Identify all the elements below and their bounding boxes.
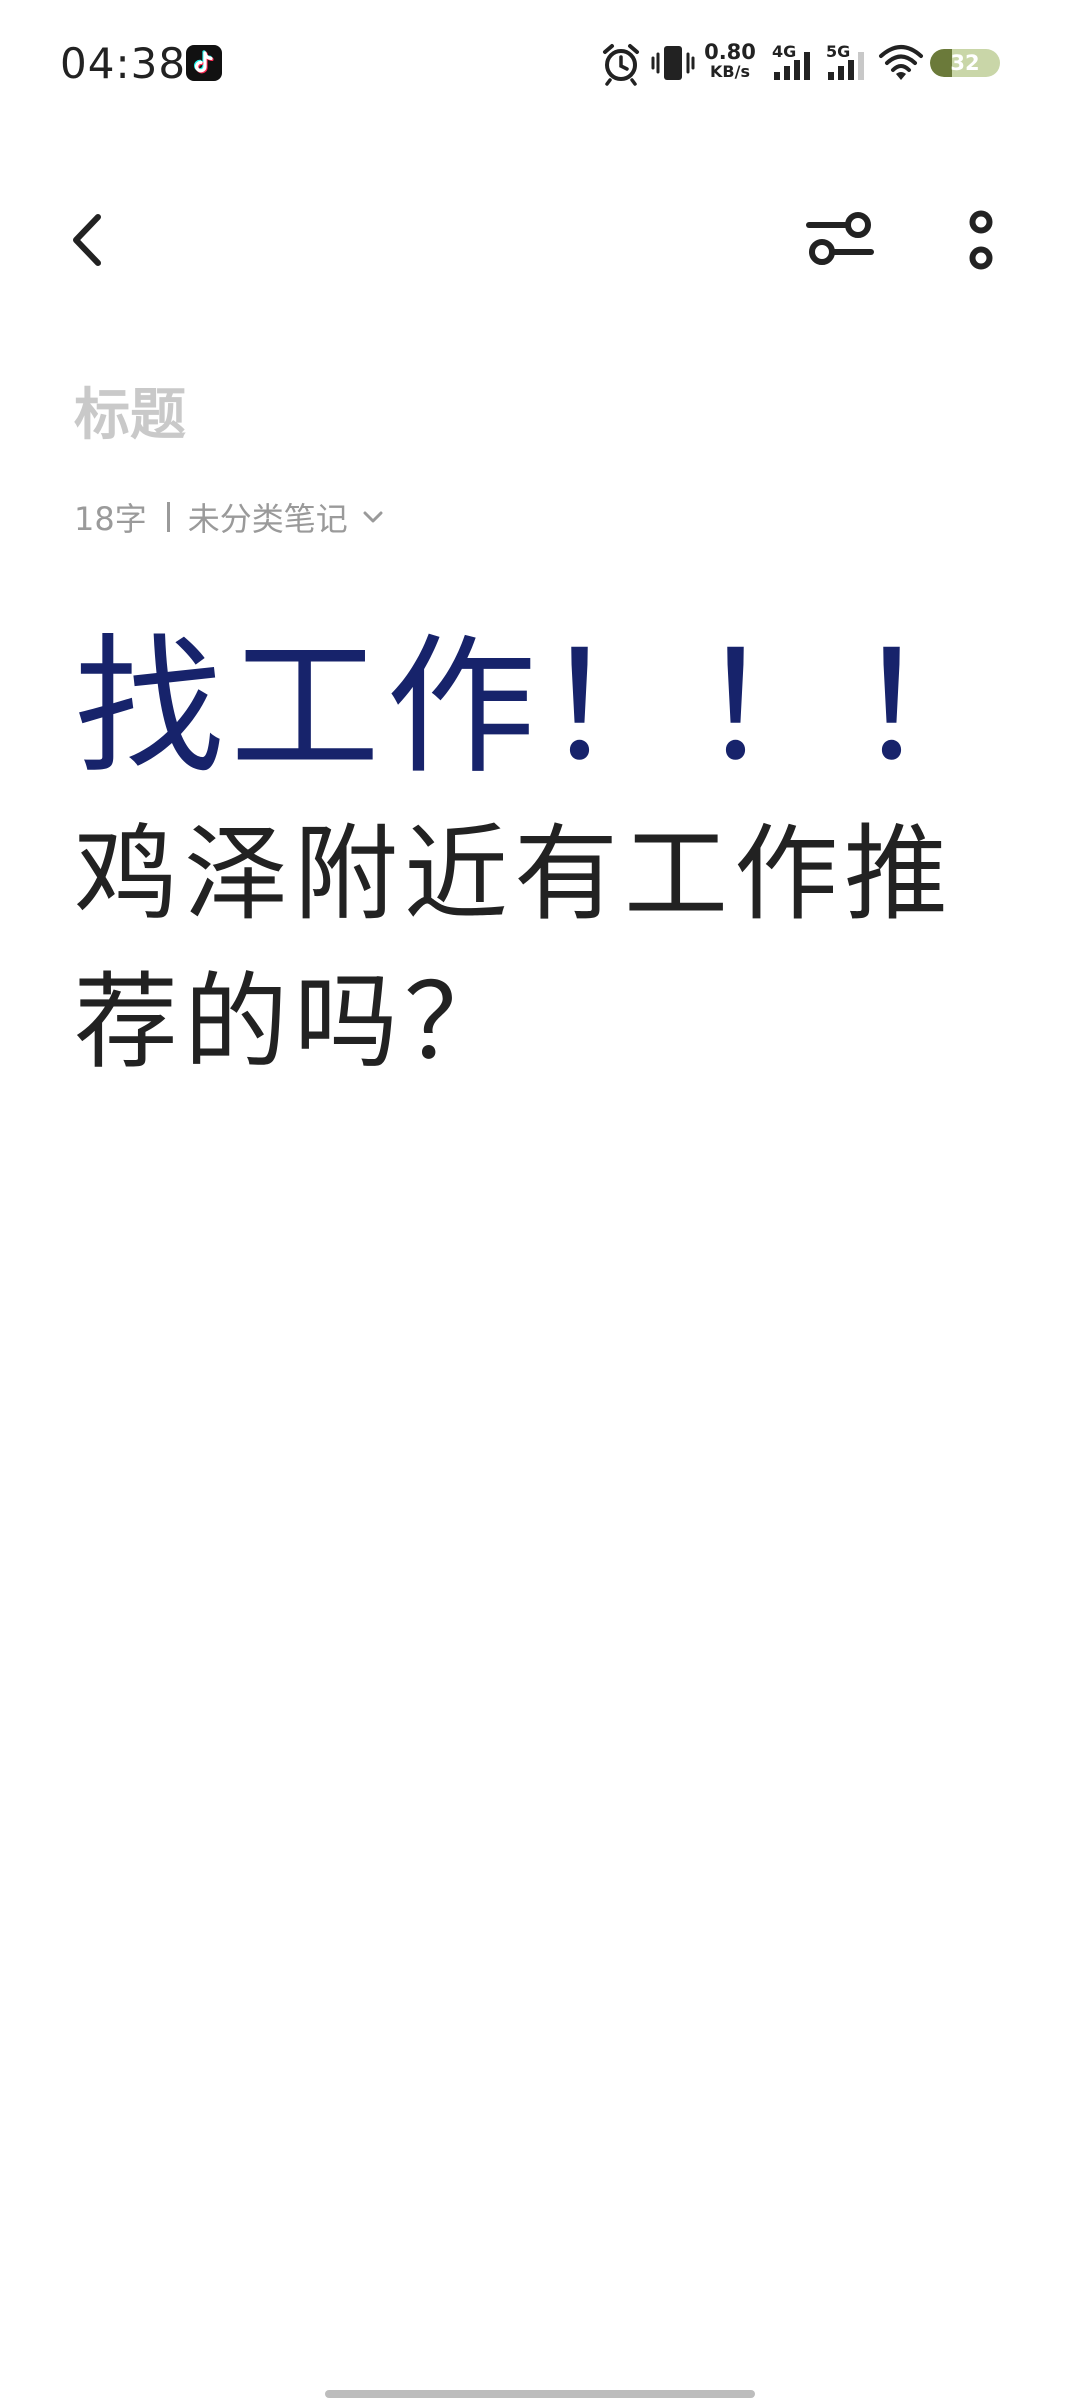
style-toggle-icon (806, 212, 874, 265)
note-heading: 找工作！！！ (74, 621, 1011, 795)
status-time: 04:38 (60, 39, 187, 88)
battery-level: 32 (950, 51, 980, 75)
style-toggle-button[interactable] (795, 195, 885, 285)
status-icons: 0.80 KB/s 4G 5G 32 (600, 36, 1020, 92)
signal-strength-icon-2 (828, 52, 864, 80)
meta-divider (166, 502, 170, 532)
signal-strength-icon (774, 52, 810, 80)
status-bar: 04:38 0.80 KB/s 4G 5G 32 (0, 0, 1080, 130)
home-indicator[interactable] (325, 2390, 755, 2398)
note-body-text: 鸡泽附近有工作推荐的吗？ (74, 813, 955, 1083)
note-body-editor[interactable]: 找工作！！！ 鸡泽附近有工作推荐的吗？ (74, 620, 1034, 1096)
network-speed: 0.80 KB/s (704, 40, 756, 82)
note-title-input[interactable] (74, 375, 974, 455)
folder-selector[interactable]: 未分类笔记 (188, 494, 386, 540)
alarm-icon (603, 44, 639, 86)
wifi-icon (879, 45, 923, 80)
battery-icon: 32 (930, 49, 1000, 77)
more-vertical-icon (969, 210, 993, 270)
word-count: 18字 (74, 500, 147, 538)
tiktok-notification-icon (186, 45, 222, 81)
back-button[interactable] (45, 195, 135, 285)
vibrate-icon (651, 46, 695, 80)
note-meta: 18字 未分类笔记 (74, 495, 386, 539)
folder-name: 未分类笔记 (187, 500, 348, 538)
chevron-left-icon (73, 214, 101, 266)
more-options-button[interactable] (935, 195, 1025, 285)
chevron-down-icon (363, 511, 383, 523)
